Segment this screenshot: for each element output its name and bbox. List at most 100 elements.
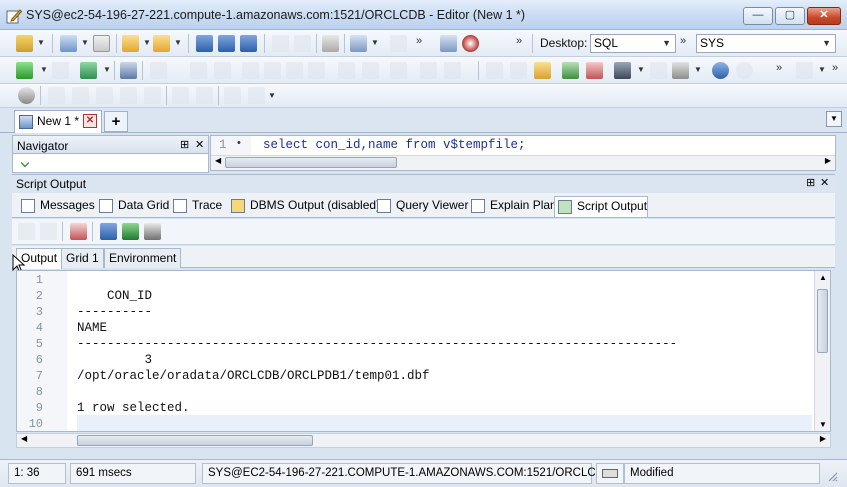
tab-query-viewer[interactable]: Query Viewer [374, 196, 468, 217]
save-as-icon[interactable] [218, 35, 235, 52]
replace-icon[interactable] [672, 62, 689, 79]
paste-icon[interactable] [72, 87, 89, 104]
code-template-icon[interactable] [390, 62, 407, 79]
tab-dbms-output[interactable]: DBMS Output (disabled) [228, 196, 380, 217]
history-forward-icon[interactable] [510, 62, 527, 79]
sql-tuning-icon[interactable] [440, 35, 457, 52]
sql-worksheet-icon [19, 115, 33, 129]
output-vscroll[interactable]: ▲ ▼ [814, 271, 830, 431]
output-line-number: 8 [35, 385, 43, 399]
redo-icon[interactable] [736, 62, 753, 79]
tab-trace[interactable]: Trace [170, 196, 222, 217]
rollback-icon[interactable] [264, 62, 281, 79]
document-icon[interactable] [144, 87, 161, 104]
run-statement-icon[interactable] [16, 62, 33, 79]
comment-icon[interactable] [224, 87, 241, 104]
sql-statement[interactable]: select con_id,name from v$tempfile; [263, 138, 526, 152]
eraser-icon[interactable] [70, 223, 87, 240]
explain-plan-icon[interactable] [120, 62, 137, 79]
add-tab-button[interactable]: + [104, 111, 128, 132]
tab-explain-plan[interactable]: Explain Plan [468, 196, 557, 217]
gear-icon[interactable] [18, 87, 35, 104]
substitution-icon[interactable] [214, 62, 231, 79]
sql-history-icon[interactable] [350, 35, 367, 52]
indent-icon[interactable] [172, 87, 189, 104]
pin-output-icon[interactable] [18, 223, 35, 240]
resize-grip-icon[interactable] [826, 470, 838, 482]
close-navigator-icon[interactable]: ✕ [195, 138, 204, 151]
disconnect-icon[interactable] [93, 35, 110, 52]
search-report-icon[interactable] [462, 35, 479, 52]
pin-icon[interactable]: ⊞ [806, 176, 815, 189]
tab-list-dropdown[interactable]: ▼ [826, 111, 842, 127]
pin-icon[interactable]: ⊞ [180, 138, 189, 151]
desktop-select[interactable]: SQL ▼ [590, 34, 676, 53]
close-tab-icon[interactable]: ✕ [83, 114, 97, 128]
output-hscroll-thumb[interactable] [77, 435, 313, 446]
toolbar1-overflow-a[interactable]: » [416, 35, 422, 47]
tab-grid-1[interactable]: Grid 1 [61, 248, 104, 268]
close-panel-icon[interactable]: ✕ [820, 176, 829, 189]
clear-icon[interactable] [338, 62, 355, 79]
tab-new-1-label: New 1 * [37, 114, 80, 128]
run-script-icon[interactable] [80, 62, 97, 79]
editor-hscroll[interactable]: ◀ ▶ [211, 155, 835, 170]
save-output-icon[interactable] [100, 223, 117, 240]
lower-icon[interactable] [308, 62, 325, 79]
find-next-icon[interactable] [650, 62, 667, 79]
copy-icon[interactable] [48, 87, 65, 104]
open-recent-icon[interactable] [153, 35, 170, 52]
script-output-text[interactable]: 1 2 CON_ID 3 ---------- 4 NAME 5 --------------… [16, 270, 831, 432]
sql-editor[interactable]: 1 • select con_id,name from v$tempfile; … [210, 135, 836, 171]
undo-icon[interactable] [712, 62, 729, 79]
validate-icon[interactable] [562, 62, 579, 79]
commit-icon[interactable] [242, 62, 259, 79]
cut-icon[interactable] [96, 87, 113, 104]
tab-messages[interactable]: Messages [18, 196, 95, 217]
toolbar2-overflow-b[interactable]: » [832, 62, 838, 74]
unshared-icon[interactable] [390, 35, 407, 52]
find-binoculars-icon[interactable] [614, 62, 631, 79]
sql-format-icon[interactable] [190, 62, 207, 79]
history-back-icon[interactable] [486, 62, 503, 79]
outdent-icon[interactable] [196, 87, 213, 104]
sort-icon[interactable] [40, 223, 57, 240]
autotrace-icon[interactable] [150, 62, 167, 79]
tab-script-output[interactable]: Script Output [554, 196, 648, 217]
tab-new-1[interactable]: New 1 * ✕ [14, 110, 102, 133]
clipboard-icon[interactable] [534, 62, 551, 79]
excel-export-icon[interactable] [122, 223, 139, 240]
connection-select[interactable]: SYS ▼ [696, 34, 836, 53]
tab-environment[interactable]: Environment [104, 248, 182, 268]
open-folder-icon[interactable] [122, 35, 139, 52]
debug-icon[interactable] [420, 62, 437, 79]
clear-output-icon[interactable] [586, 62, 603, 79]
refactor-icon[interactable] [362, 62, 379, 79]
print-output-icon[interactable] [144, 223, 161, 240]
close-window-button[interactable]: ✕ [807, 7, 841, 25]
output-type-tabs: Messages Data Grid Trace DBMS Output (di… [12, 193, 835, 218]
compile-icon[interactable] [444, 62, 461, 79]
stop-icon[interactable] [52, 62, 69, 79]
chart-icon[interactable] [796, 62, 813, 79]
minimize-button[interactable]: — [743, 7, 773, 25]
upper-icon[interactable] [286, 62, 303, 79]
tab-data-grid[interactable]: Data Grid [96, 196, 169, 217]
toolbar2-overflow-a[interactable]: » [776, 62, 782, 74]
maximize-button[interactable]: ▢ [775, 7, 805, 25]
save-all-icon[interactable] [240, 35, 257, 52]
save-icon[interactable] [196, 35, 213, 52]
external-tool-icon[interactable] [248, 87, 265, 104]
output-vscroll-thumb[interactable] [817, 289, 828, 353]
toolbar1-overflow-c[interactable]: » [680, 35, 686, 47]
new-connection-icon[interactable] [16, 35, 33, 52]
undo-history-icon[interactable] [272, 35, 289, 52]
output-hscroll[interactable]: ◀ ▶ [16, 433, 831, 448]
editor-hscroll-thumb[interactable] [225, 157, 397, 168]
print-icon[interactable] [322, 35, 339, 52]
chevron-down-icon: ▼ [822, 38, 831, 48]
sql-worksheet-icon[interactable] [60, 35, 77, 52]
redo-history-icon[interactable] [294, 35, 311, 52]
toolbar1-overflow-b[interactable]: » [516, 35, 522, 47]
duplicate-icon[interactable] [120, 87, 137, 104]
